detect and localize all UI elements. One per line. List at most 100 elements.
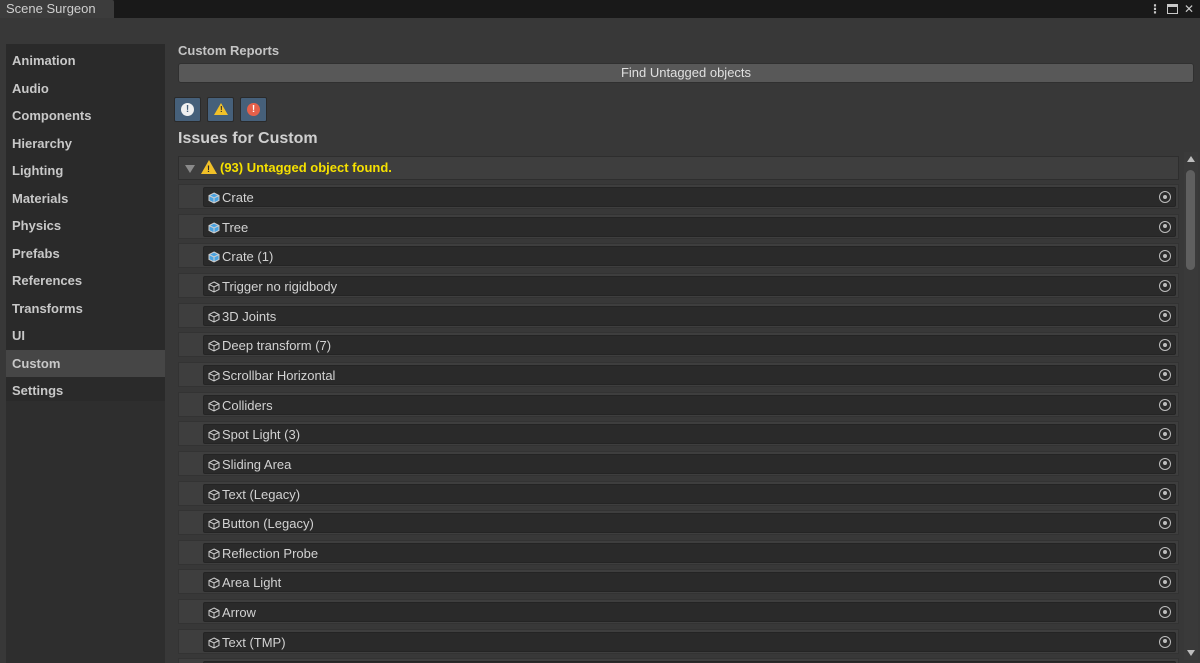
- scroll-down-icon[interactable]: [1187, 650, 1195, 656]
- severity-filters: ! ! !: [174, 97, 267, 122]
- error-filter-icon: !: [247, 103, 260, 116]
- object-field[interactable]: Text (TMP): [203, 631, 1176, 652]
- object-label: Crate (1): [222, 249, 274, 265]
- object-label: Deep transform (7): [222, 338, 332, 354]
- sidebar-item-materials[interactable]: Materials: [6, 185, 165, 212]
- title-bar: Scene Surgeon ⋮ ✕: [0, 0, 1200, 18]
- object-field[interactable]: Area Light: [203, 572, 1176, 593]
- info-filter-button[interactable]: !: [174, 97, 201, 122]
- gameobject-icon: [208, 429, 220, 441]
- maximize-icon[interactable]: [1166, 4, 1178, 14]
- object-label: Text (TMP): [222, 634, 286, 650]
- object-field[interactable]: Tree: [203, 216, 1176, 237]
- object-picker-icon[interactable]: [1159, 546, 1171, 559]
- scrollbar-thumb[interactable]: [1186, 170, 1195, 270]
- object-row: Trigger no rigidbody: [178, 272, 1179, 298]
- sidebar-item-custom[interactable]: Custom: [6, 349, 165, 377]
- object-row: Colliders: [178, 391, 1179, 417]
- sidebar-item-settings[interactable]: Settings: [6, 377, 165, 404]
- object-field[interactable]: Crate (1): [203, 246, 1176, 267]
- prefab-icon: [208, 222, 220, 234]
- object-field[interactable]: Text (Legacy): [203, 483, 1176, 504]
- object-field[interactable]: 3D Joints: [203, 305, 1176, 326]
- gameobject-icon: [208, 281, 220, 293]
- sidebar-item-components[interactable]: Components: [6, 102, 165, 129]
- object-picker-icon[interactable]: [1159, 250, 1171, 263]
- object-field[interactable]: Deep transform (7): [203, 335, 1176, 356]
- object-row: Scrollbar Horizontal: [178, 361, 1179, 387]
- close-icon[interactable]: ✕: [1184, 1, 1194, 17]
- object-picker-icon[interactable]: [1159, 487, 1171, 500]
- object-picker-icon[interactable]: [1159, 191, 1171, 203]
- object-row: Area Light: [178, 569, 1179, 595]
- sidebar-item-hierarchy[interactable]: Hierarchy: [6, 130, 165, 157]
- object-label: Scrollbar Horizontal: [222, 367, 336, 383]
- object-field[interactable]: Button (Legacy): [203, 513, 1176, 534]
- issue-text: (93) Untagged object found.: [220, 160, 392, 175]
- object-label: Button (Legacy): [222, 516, 314, 532]
- window-body: Animation Audio Components Hierarchy Lightin…: [0, 18, 1200, 663]
- object-picker-icon[interactable]: [1159, 606, 1171, 619]
- object-row: Text (Legacy): [178, 480, 1179, 506]
- object-label: Colliders: [222, 397, 273, 413]
- object-field[interactable]: Spot Light (3): [203, 424, 1176, 445]
- issue-group-header[interactable]: ! (93) Untagged object found.: [178, 156, 1179, 180]
- object-row: 3D Joints: [178, 302, 1179, 328]
- sidebar-item-ui[interactable]: UI: [6, 322, 165, 349]
- object-label: Arrow: [222, 605, 256, 621]
- issue-object-list: Crate Tree Crate (1) Trigger no rigidbody 3D…: [178, 184, 1179, 663]
- find-untagged-button[interactable]: Find Untagged objects: [178, 63, 1194, 83]
- gameobject-icon: [208, 488, 220, 501]
- object-row: Arrow: [178, 599, 1179, 625]
- object-label: Area Light: [222, 575, 282, 591]
- object-picker-icon[interactable]: [1159, 398, 1171, 411]
- object-field[interactable]: Reflection Probe: [203, 542, 1176, 563]
- object-field[interactable]: Sliding Area: [203, 453, 1176, 474]
- sidebar-item-references[interactable]: References: [6, 267, 165, 294]
- object-field[interactable]: Colliders: [203, 394, 1176, 415]
- object-picker-icon[interactable]: [1159, 220, 1171, 233]
- object-field[interactable]: Trigger no rigidbody: [203, 275, 1176, 296]
- collapse-caret-icon[interactable]: [185, 165, 195, 173]
- error-filter-button[interactable]: !: [240, 97, 267, 122]
- window-tab[interactable]: Scene Surgeon: [0, 0, 114, 18]
- object-picker-icon[interactable]: [1159, 457, 1171, 470]
- object-picker-icon[interactable]: [1159, 428, 1171, 441]
- sidebar-item-audio[interactable]: Audio: [6, 75, 165, 102]
- object-row: Button (Legacy): [178, 510, 1179, 536]
- object-row: Tree: [178, 213, 1179, 239]
- sidebar-item-lighting[interactable]: Lighting: [6, 157, 165, 184]
- object-row: Spot Light (3): [178, 421, 1179, 447]
- sidebar-item-physics[interactable]: Physics: [6, 212, 165, 239]
- object-picker-icon[interactable]: [1159, 635, 1171, 648]
- object-field[interactable]: Arrow: [203, 602, 1176, 623]
- object-label: Spot Light (3): [222, 427, 301, 443]
- object-row: Crate: [178, 184, 1179, 209]
- sidebar-item-animation[interactable]: Animation: [6, 47, 165, 74]
- scroll-up-icon[interactable]: [1187, 156, 1195, 162]
- object-row: Sliding Area: [178, 450, 1179, 476]
- object-row: Crate (1): [178, 243, 1179, 269]
- object-picker-icon[interactable]: [1159, 517, 1171, 530]
- warning-filter-button[interactable]: !: [207, 97, 234, 122]
- gameobject-icon: [208, 637, 220, 649]
- gameobject-icon: [208, 518, 220, 530]
- object-field[interactable]: Scrollbar Horizontal: [203, 364, 1176, 385]
- main-panel: Custom Reports Find Untagged objects ! !…: [168, 18, 1200, 663]
- kebab-menu-icon[interactable]: ⋮: [1149, 1, 1161, 17]
- object-picker-icon[interactable]: [1159, 309, 1171, 322]
- info-filter-icon: !: [181, 103, 194, 116]
- object-picker-icon[interactable]: [1159, 279, 1171, 292]
- object-field[interactable]: Crate: [203, 187, 1176, 207]
- vertical-scrollbar[interactable]: [1184, 152, 1198, 660]
- window-controls: ⋮ ✕: [1149, 1, 1194, 17]
- sidebar-item-transforms[interactable]: Transforms: [6, 295, 165, 322]
- object-picker-icon[interactable]: [1159, 339, 1171, 352]
- object-label: 3D Joints: [222, 308, 277, 324]
- sidebar-item-prefabs[interactable]: Prefabs: [6, 240, 165, 267]
- object-picker-icon[interactable]: [1159, 576, 1171, 589]
- object-picker-icon[interactable]: [1159, 368, 1171, 381]
- gameobject-icon: [208, 340, 220, 352]
- object-label: Text (Legacy): [222, 486, 301, 502]
- object-label: Sliding Area: [222, 456, 292, 472]
